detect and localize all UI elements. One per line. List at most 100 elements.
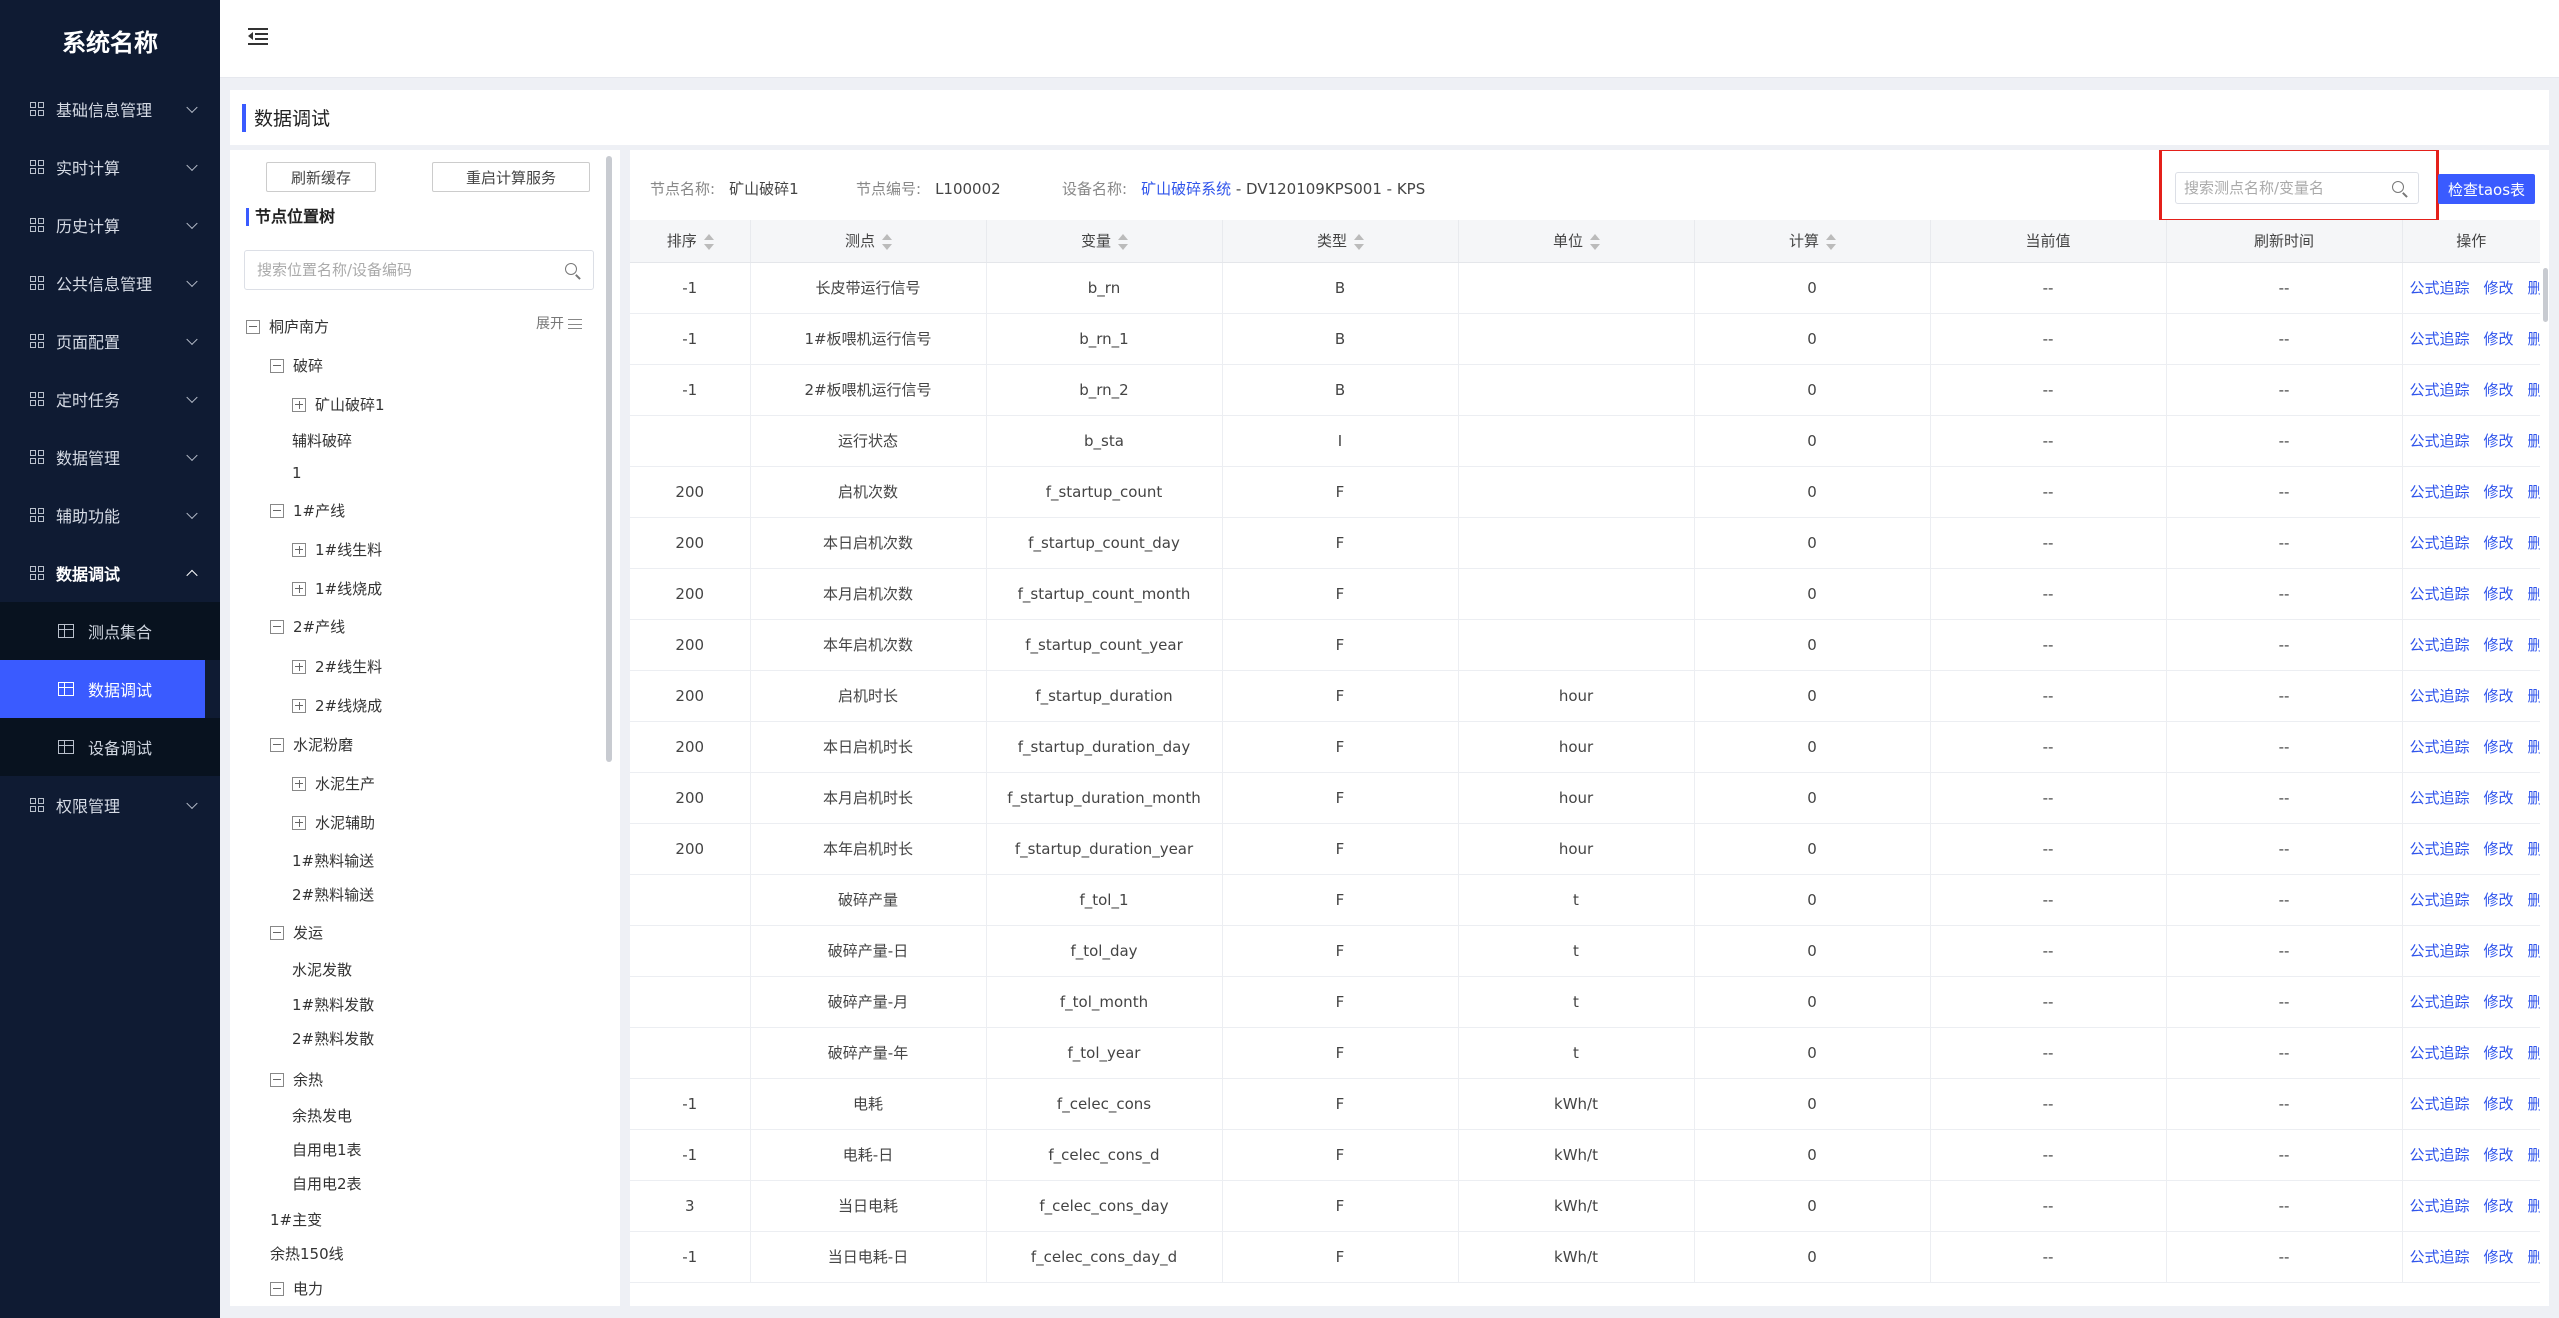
sidebar-item[interactable]: 历史计算 (0, 196, 220, 254)
collapse-icon[interactable] (270, 619, 284, 634)
tree-node[interactable]: 电力 (270, 1278, 323, 1299)
sidebar-item[interactable]: 定时任务 (0, 370, 220, 428)
search-icon[interactable] (565, 263, 577, 275)
delete-link[interactable]: 删除 (2528, 381, 2540, 399)
edit-link[interactable]: 修改 (2484, 381, 2514, 399)
tree-node[interactable]: 2#熟料输送 (292, 884, 374, 905)
delete-link[interactable]: 删除 (2528, 993, 2540, 1011)
edit-link[interactable]: 修改 (2484, 1197, 2514, 1215)
refresh-cache-button[interactable]: 刷新缓存 (266, 162, 376, 192)
sidebar-item[interactable]: 权限管理 (0, 776, 220, 834)
delete-link[interactable]: 删除 (2528, 1044, 2540, 1062)
edit-link[interactable]: 修改 (2484, 636, 2514, 654)
tree-scrollbar[interactable] (606, 156, 612, 762)
edit-link[interactable]: 修改 (2484, 432, 2514, 450)
collapse-icon[interactable] (270, 1281, 284, 1296)
sort-icon[interactable] (881, 233, 892, 250)
trace-formula-link[interactable]: 公式追踪 (2410, 585, 2470, 603)
tree-node[interactable]: 2#熟料发散 (292, 1028, 374, 1049)
tree-node[interactable]: 1#熟料发散 (292, 994, 374, 1015)
table-scrollbar[interactable] (2543, 268, 2548, 322)
delete-link[interactable]: 删除 (2528, 840, 2540, 858)
trace-formula-link[interactable]: 公式追踪 (2410, 1044, 2470, 1062)
tree-node[interactable]: 矿山破碎1 (292, 394, 385, 415)
column-header[interactable]: 计算 (1694, 220, 1931, 263)
sidebar-item[interactable]: 基础信息管理 (0, 80, 220, 138)
sidebar-item[interactable]: 数据调试 (0, 544, 220, 602)
tree-node[interactable]: 1#产线 (270, 500, 345, 521)
delete-link[interactable]: 删除 (2528, 942, 2540, 960)
submenu-item[interactable]: 测点集合 (0, 602, 220, 660)
delete-link[interactable]: 删除 (2528, 1197, 2540, 1215)
delete-link[interactable]: 删除 (2528, 534, 2540, 552)
edit-link[interactable]: 修改 (2484, 483, 2514, 501)
delete-link[interactable]: 删除 (2528, 1248, 2540, 1266)
delete-link[interactable]: 删除 (2528, 1146, 2540, 1164)
tree-node[interactable]: 桐庐南方 (246, 316, 329, 337)
tree-node[interactable]: 水泥发散 (292, 959, 352, 980)
column-header[interactable]: 类型 (1222, 220, 1459, 263)
expand-icon[interactable] (292, 776, 306, 791)
edit-link[interactable]: 修改 (2484, 1095, 2514, 1113)
trace-formula-link[interactable]: 公式追踪 (2410, 789, 2470, 807)
delete-link[interactable]: 删除 (2528, 687, 2540, 705)
menu-fold-icon[interactable] (248, 28, 268, 46)
edit-link[interactable]: 修改 (2484, 840, 2514, 858)
sort-icon[interactable] (1589, 233, 1600, 250)
collapse-icon[interactable] (270, 503, 284, 518)
edit-link[interactable]: 修改 (2484, 1146, 2514, 1164)
expand-icon[interactable] (292, 397, 306, 412)
column-header[interactable]: 测点 (750, 220, 987, 263)
collapse-icon[interactable] (270, 1072, 284, 1087)
trace-formula-link[interactable]: 公式追踪 (2410, 1146, 2470, 1164)
tree-node[interactable]: 破碎 (270, 355, 323, 376)
tree-node[interactable]: 1#主变 (270, 1209, 322, 1230)
sidebar-item[interactable]: 辅助功能 (0, 486, 220, 544)
expand-icon[interactable] (292, 659, 306, 674)
collapse-icon[interactable] (270, 925, 284, 940)
delete-link[interactable]: 删除 (2528, 891, 2540, 909)
tree-search-input[interactable] (245, 251, 545, 289)
trace-formula-link[interactable]: 公式追踪 (2410, 687, 2470, 705)
edit-link[interactable]: 修改 (2484, 687, 2514, 705)
edit-link[interactable]: 修改 (2484, 1044, 2514, 1062)
delete-link[interactable]: 删除 (2528, 1095, 2540, 1113)
delete-link[interactable]: 删除 (2528, 432, 2540, 450)
trace-formula-link[interactable]: 公式追踪 (2410, 279, 2470, 297)
tree-node[interactable]: 2#产线 (270, 616, 345, 637)
check-taos-button[interactable]: 检查taos表 (2438, 174, 2535, 204)
search-icon[interactable] (2392, 181, 2404, 193)
trace-formula-link[interactable]: 公式追踪 (2410, 942, 2470, 960)
edit-link[interactable]: 修改 (2484, 738, 2514, 756)
trace-formula-link[interactable]: 公式追踪 (2410, 891, 2470, 909)
edit-link[interactable]: 修改 (2484, 279, 2514, 297)
tree-node[interactable]: 余热发电 (292, 1105, 352, 1126)
tree-node[interactable]: 1#熟料输送 (292, 850, 374, 871)
column-header[interactable]: 排序 (630, 220, 751, 263)
tree-node[interactable]: 自用电1表 (292, 1139, 362, 1160)
point-search-input[interactable] (2176, 173, 2376, 203)
tree-node[interactable]: 水泥生产 (292, 773, 375, 794)
sort-icon[interactable] (1353, 233, 1364, 250)
trace-formula-link[interactable]: 公式追踪 (2410, 534, 2470, 552)
tree-node[interactable]: 1 (292, 464, 302, 482)
trace-formula-link[interactable]: 公式追踪 (2410, 636, 2470, 654)
tree-node[interactable]: 发运 (270, 922, 323, 943)
delete-link[interactable]: 删除 (2528, 738, 2540, 756)
delete-link[interactable]: 删除 (2528, 585, 2540, 603)
tree-node[interactable]: 2#线生料 (292, 656, 382, 677)
trace-formula-link[interactable]: 公式追踪 (2410, 483, 2470, 501)
trace-formula-link[interactable]: 公式追踪 (2410, 330, 2470, 348)
edit-link[interactable]: 修改 (2484, 993, 2514, 1011)
tree-node[interactable]: 辅料破碎 (292, 430, 352, 451)
edit-link[interactable]: 修改 (2484, 1248, 2514, 1266)
expand-toggle[interactable]: 展开 (536, 313, 582, 333)
tree-node[interactable]: 1#线烧成 (292, 578, 382, 599)
submenu-item[interactable]: 数据调试 (0, 660, 205, 718)
tree-node[interactable]: 自用电2表 (292, 1173, 362, 1194)
column-header[interactable]: 单位 (1458, 220, 1695, 263)
device-name-link[interactable]: 矿山破碎系统 (1141, 180, 1231, 198)
edit-link[interactable]: 修改 (2484, 534, 2514, 552)
delete-link[interactable]: 删除 (2528, 636, 2540, 654)
trace-formula-link[interactable]: 公式追踪 (2410, 993, 2470, 1011)
